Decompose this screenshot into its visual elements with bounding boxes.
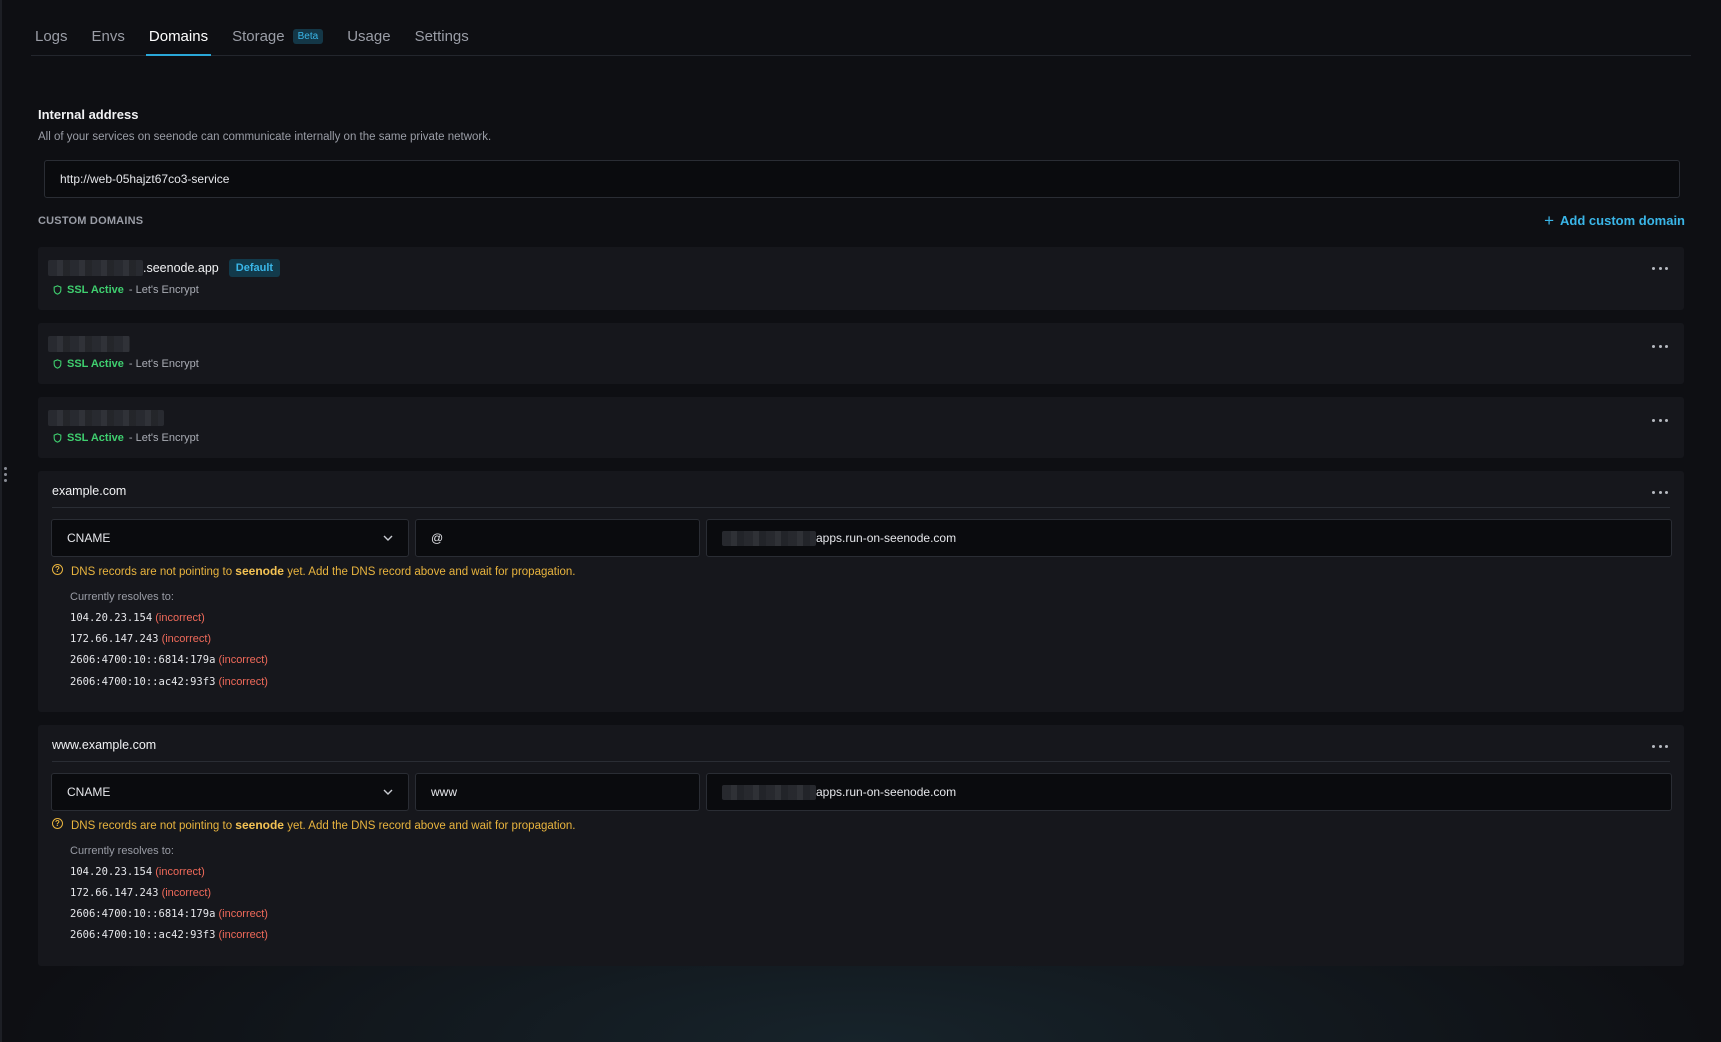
domain-name bbox=[48, 336, 130, 352]
divider bbox=[52, 507, 1670, 508]
resolve-row: 2606:4700:10::ac42:93f3 (incorrect) bbox=[70, 676, 268, 688]
more-horizontal-icon[interactable] bbox=[1650, 339, 1670, 353]
domain-card: SSL Active - Let's Encrypt bbox=[38, 323, 1684, 384]
record-name-field[interactable]: @ bbox=[415, 519, 700, 557]
chevron-down-icon bbox=[383, 789, 393, 795]
record-name-field[interactable]: www bbox=[415, 773, 700, 811]
redacted-text bbox=[722, 530, 816, 546]
ssl-status: SSL Active - Let's Encrypt bbox=[53, 284, 199, 296]
default-badge: Default bbox=[228, 259, 281, 277]
resolve-row: 104.20.23.154 (incorrect) bbox=[70, 612, 205, 624]
domain-card: .seenode.app Default SSL Active - Let's … bbox=[38, 247, 1684, 310]
redacted-text bbox=[48, 410, 164, 426]
domain-card: SSL Active - Let's Encrypt bbox=[38, 397, 1684, 458]
internal-address-description: All of your services on seenode can comm… bbox=[38, 131, 492, 143]
resolve-row: 2606:4700:10::6814:179a (incorrect) bbox=[70, 908, 268, 920]
resolves-label: Currently resolves to: bbox=[70, 845, 174, 857]
shield-icon bbox=[53, 359, 62, 369]
tab-domains[interactable]: Domains bbox=[145, 20, 212, 56]
more-horizontal-icon[interactable] bbox=[1650, 261, 1670, 275]
tab-usage[interactable]: Usage bbox=[347, 20, 390, 55]
help-circle-icon: ? bbox=[52, 818, 63, 829]
dns-warning: ? DNS records are not pointing to seenod… bbox=[52, 564, 576, 578]
tab-storage[interactable]: Storage Beta bbox=[232, 20, 324, 55]
resolve-row: 104.20.23.154 (incorrect) bbox=[70, 866, 205, 878]
dns-warning: ? DNS records are not pointing to seenod… bbox=[52, 818, 576, 832]
record-target-field[interactable]: apps.run-on-seenode.com bbox=[706, 519, 1672, 557]
resolve-row: 172.66.147.243 (incorrect) bbox=[70, 633, 212, 645]
tab-bar: Logs Envs Domains Storage Beta Usage Set… bbox=[31, 20, 1691, 56]
more-horizontal-icon[interactable] bbox=[1650, 739, 1670, 753]
resolve-row: 2606:4700:10::6814:179a (incorrect) bbox=[70, 654, 268, 666]
dns-record-card: www.example.com CNAME www apps.run-on-se… bbox=[38, 725, 1684, 966]
redacted-text bbox=[48, 336, 130, 352]
custom-domains-header: CUSTOM DOMAINS bbox=[38, 215, 144, 227]
more-horizontal-icon[interactable] bbox=[1650, 485, 1670, 499]
resolve-row: 172.66.147.243 (incorrect) bbox=[70, 887, 212, 899]
internal-address-title: Internal address bbox=[38, 107, 139, 122]
tab-envs[interactable]: Envs bbox=[92, 20, 125, 55]
dns-domain-name: example.com bbox=[52, 484, 127, 498]
record-target-field[interactable]: apps.run-on-seenode.com bbox=[706, 773, 1672, 811]
shield-icon bbox=[53, 433, 62, 443]
resolve-row: 2606:4700:10::ac42:93f3 (incorrect) bbox=[70, 929, 268, 941]
resize-handle-icon[interactable] bbox=[4, 467, 7, 485]
shield-icon bbox=[53, 285, 62, 295]
tab-logs[interactable]: Logs bbox=[35, 20, 68, 55]
chevron-down-icon bbox=[383, 535, 393, 541]
help-circle-icon: ? bbox=[52, 564, 63, 575]
domain-name: .seenode.app bbox=[48, 260, 219, 276]
divider bbox=[52, 761, 1670, 762]
tab-settings[interactable]: Settings bbox=[415, 20, 469, 55]
left-panel-edge bbox=[0, 0, 2, 1042]
more-horizontal-icon[interactable] bbox=[1650, 413, 1670, 427]
record-type-select[interactable]: CNAME bbox=[51, 519, 409, 557]
record-type-select[interactable]: CNAME bbox=[51, 773, 409, 811]
add-custom-domain-button[interactable]: + Add custom domain bbox=[1544, 211, 1685, 230]
resolves-label: Currently resolves to: bbox=[70, 591, 174, 603]
redacted-text bbox=[48, 260, 143, 276]
redacted-text bbox=[722, 784, 816, 800]
plus-icon: + bbox=[1544, 211, 1555, 230]
dns-record-card: example.com CNAME @ apps.run-on-seenode.… bbox=[38, 471, 1684, 712]
dns-domain-name: www.example.com bbox=[52, 738, 157, 752]
ssl-status: SSL Active - Let's Encrypt bbox=[53, 358, 199, 370]
ssl-status: SSL Active - Let's Encrypt bbox=[53, 432, 199, 444]
internal-address-field[interactable]: http://web-05hajzt67co3-service bbox=[44, 160, 1680, 198]
beta-badge: Beta bbox=[292, 29, 324, 44]
domain-name bbox=[48, 410, 164, 426]
